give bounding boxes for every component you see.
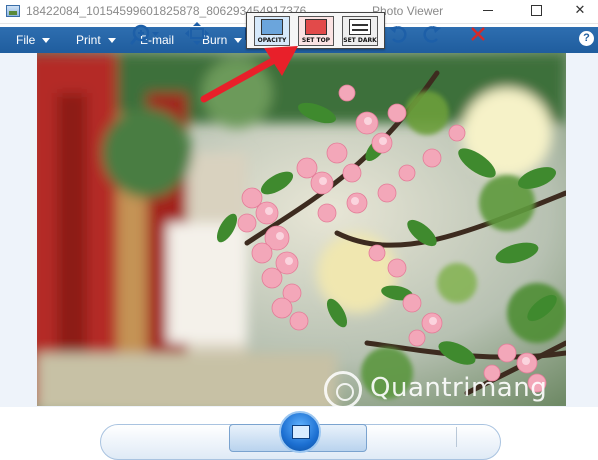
watermark-text: Quantrimang	[370, 373, 548, 403]
photo-viewer-app-icon	[6, 5, 20, 17]
rotate-right-icon	[423, 26, 441, 43]
zoom-button[interactable]	[130, 18, 162, 50]
maximize-icon	[530, 5, 542, 17]
rotate-left-button[interactable]	[386, 18, 410, 50]
slideshow-icon	[292, 425, 310, 439]
help-button[interactable]: ?	[579, 31, 594, 46]
menu-print-label: Print	[76, 33, 101, 47]
minimize-icon	[483, 10, 493, 12]
zoom-icon	[130, 24, 159, 45]
close-icon: ✕	[574, 2, 586, 17]
set-dark-button[interactable]: SET DARK	[342, 16, 378, 46]
rotate-right-button[interactable]	[420, 18, 444, 50]
red-arrow-annotation	[200, 46, 298, 103]
menu-file-label: File	[16, 33, 36, 47]
menu-print[interactable]: Print	[76, 33, 116, 47]
delete-icon	[471, 27, 485, 41]
maximize-button[interactable]	[514, 0, 558, 22]
slideshow-button[interactable]	[279, 411, 321, 453]
chevron-down-icon	[42, 38, 51, 44]
rotate-left-icon	[389, 26, 407, 43]
toolbar-separator	[456, 427, 457, 447]
close-button[interactable]: ✕	[558, 0, 598, 22]
delete-button[interactable]	[466, 18, 490, 50]
set-dark-icon	[349, 19, 371, 35]
quantrimang-logo-icon	[324, 371, 362, 409]
opacity-icon	[261, 19, 283, 35]
set-dark-label: SET DARK	[343, 37, 377, 44]
set-top-icon	[305, 19, 327, 35]
chevron-down-icon	[107, 38, 116, 44]
menu-file[interactable]: File	[16, 33, 51, 47]
